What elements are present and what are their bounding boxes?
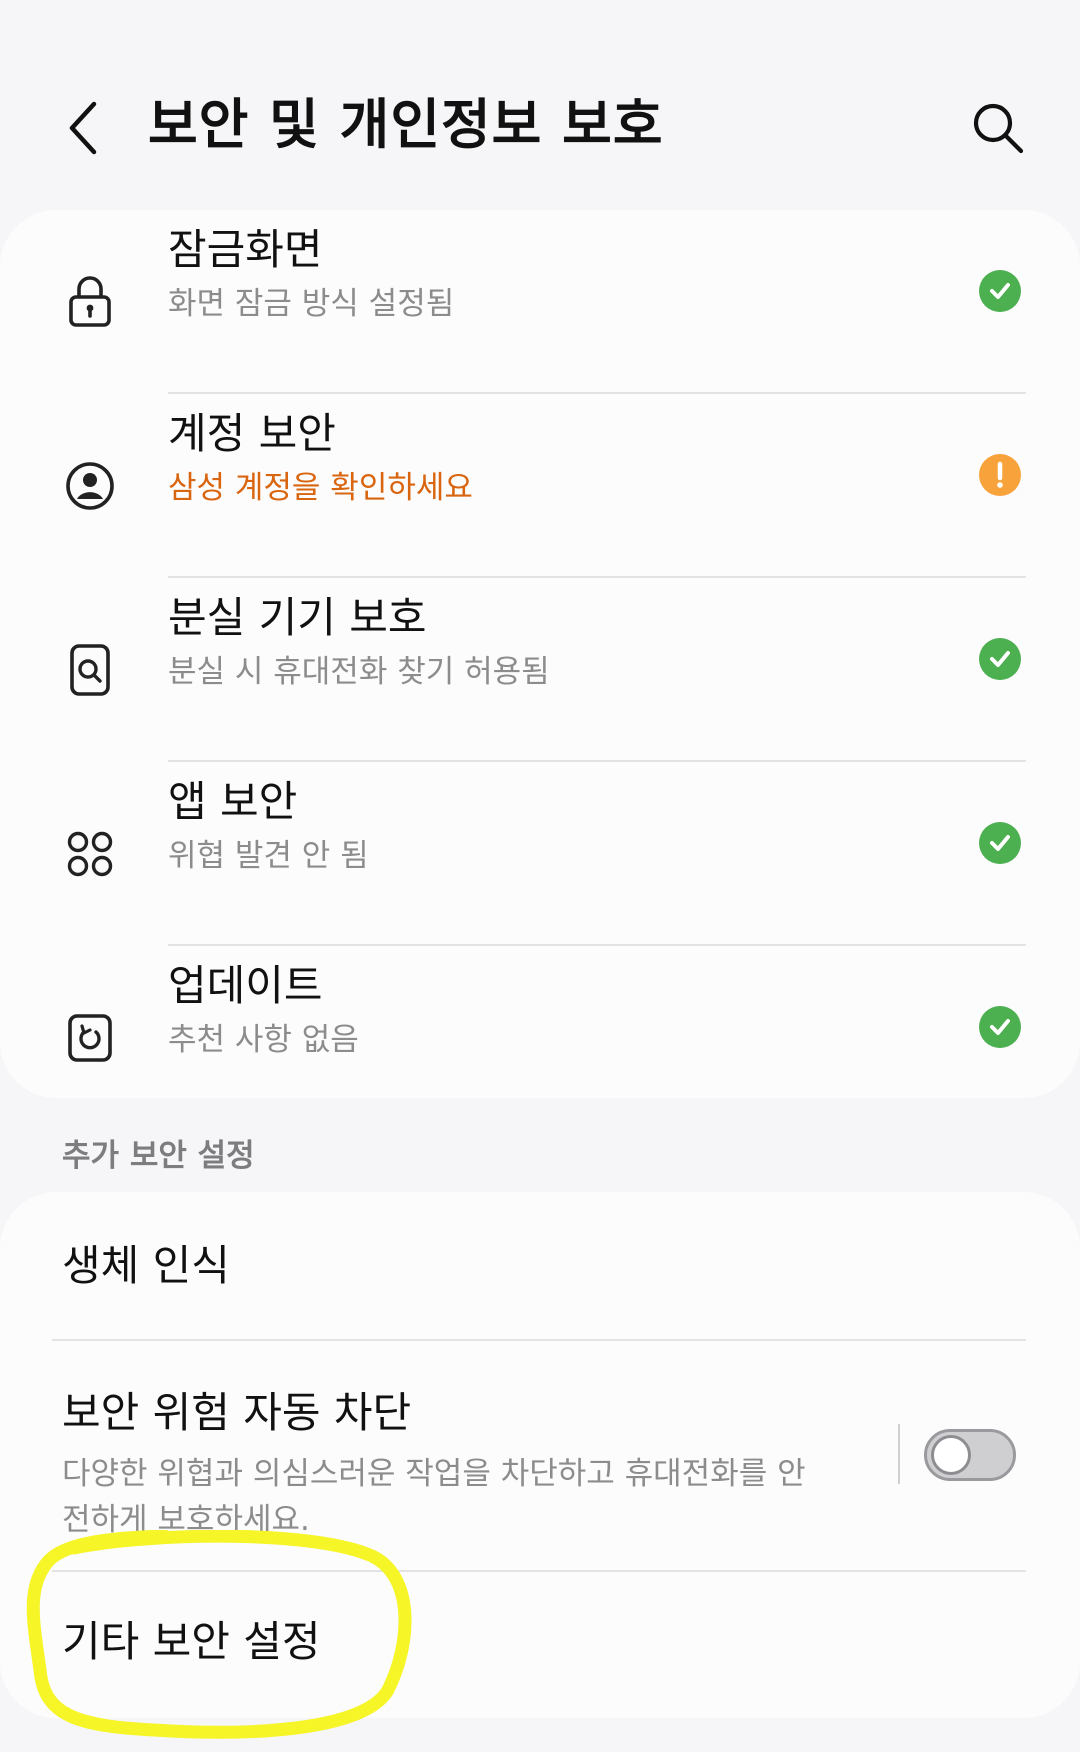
item-title: 생체 인식	[62, 1241, 230, 1290]
item-title: 분실 기기 보호	[168, 593, 427, 642]
biometrics-item[interactable]: 생체 인식	[0, 1192, 1080, 1340]
page-title: 보안 및 개인정보 보호	[148, 93, 664, 156]
item-title: 앱 보안	[168, 777, 298, 826]
section-header-extra-security: 추가 보안 설정	[62, 1138, 255, 1174]
chevron-left-icon	[69, 101, 97, 155]
item-title: 보안 위험 자동 차단	[62, 1388, 412, 1437]
item-subtitle: 추천 사항 없음	[168, 1022, 359, 1058]
status-item-app-security[interactable]: 앱 보안 위협 발견 안 됨	[0, 762, 1080, 946]
search-button[interactable]	[960, 90, 1036, 166]
check-icon	[979, 270, 1021, 312]
item-title: 잠금화면	[168, 225, 323, 274]
item-subtitle: 분실 시 휴대전화 찾기 허용됨	[168, 654, 550, 690]
other-security-settings-item[interactable]: 기타 보안 설정	[0, 1572, 1080, 1718]
account-circle-icon	[60, 456, 120, 516]
app-bar: 보안 및 개인정보 보호	[0, 0, 1080, 210]
status-item-lock-screen[interactable]: 잠금화면 화면 잠금 방식 설정됨	[0, 210, 1080, 394]
check-icon	[979, 638, 1021, 680]
item-title: 업데이트	[168, 961, 323, 1010]
back-button[interactable]	[52, 86, 116, 170]
search-icon	[973, 103, 1024, 154]
check-icon	[979, 822, 1021, 864]
status-item-lost-device[interactable]: 분실 기기 보호 분실 시 휴대전화 찾기 허용됨	[0, 578, 1080, 762]
warning-icon	[979, 454, 1021, 496]
status-item-account-security[interactable]: 계정 보안 삼성 계정을 확인하세요	[0, 394, 1080, 578]
item-subtitle: 삼성 계정을 확인하세요	[168, 470, 473, 506]
update-icon	[60, 1008, 120, 1068]
auto-blocker-item[interactable]: 보안 위험 자동 차단 다양한 위협과 의심스러운 작업을 차단하고 휴대전화를…	[0, 1341, 1080, 1571]
apps-icon	[60, 824, 120, 884]
status-item-updates[interactable]: 업데이트 추천 사항 없음	[0, 946, 1080, 1130]
item-subtitle: 위협 발견 안 됨	[168, 838, 369, 874]
item-title: 계정 보안	[168, 409, 336, 458]
lock-icon	[60, 272, 120, 332]
toggle-knob	[931, 1435, 971, 1475]
item-subtitle: 화면 잠금 방식 설정됨	[168, 286, 455, 322]
item-subtitle: 다양한 위협과 의심스러운 작업을 차단하고 휴대전화를 안전하게 보호하세요.	[62, 1456, 806, 1538]
auto-blocker-toggle[interactable]	[924, 1429, 1016, 1481]
item-title: 기타 보안 설정	[62, 1617, 321, 1666]
security-status-card: 잠금화면 화면 잠금 방식 설정됨 계정 보안 삼성 계정을 확인하세요 분실 …	[0, 210, 1080, 1098]
toggle-separator	[898, 1424, 900, 1484]
find-device-icon	[60, 640, 120, 700]
check-icon	[979, 1006, 1021, 1048]
